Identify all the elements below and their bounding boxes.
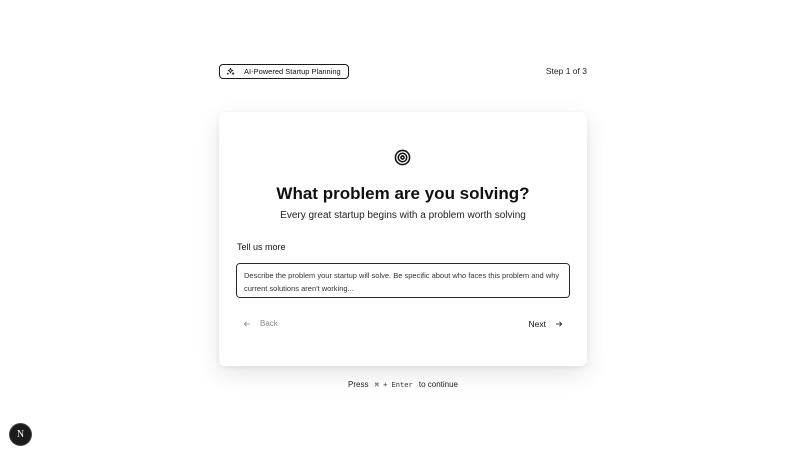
ai-planning-badge-label: AI-Powered Startup Planning xyxy=(244,67,341,76)
dev-tools-button[interactable]: N xyxy=(10,424,31,445)
hint-shortcut: ⌘ + Enter xyxy=(374,381,413,389)
keyboard-hint: Press ⌘ + Enter to continue xyxy=(0,380,806,389)
problem-description-input[interactable] xyxy=(236,263,570,298)
next-button[interactable]: Next xyxy=(529,319,563,329)
arrow-right-icon xyxy=(555,320,563,328)
step-indicator: Step 1 of 3 xyxy=(545,66,587,76)
dev-badge-letter: N xyxy=(16,429,25,440)
target-icon xyxy=(394,149,411,166)
page: AI-Powered Startup Planning Step 1 of 3 … xyxy=(0,0,806,454)
ai-planning-badge: AI-Powered Startup Planning xyxy=(219,64,349,79)
question-title: What problem are you solving? xyxy=(276,184,530,203)
hint-suffix: to continue xyxy=(418,380,458,389)
field-label: Tell us more xyxy=(237,242,286,252)
question-subtitle: Every great startup begins with a proble… xyxy=(280,210,526,221)
back-button-label: Back xyxy=(260,319,278,328)
hint-prefix: Press xyxy=(348,380,369,389)
arrow-left-icon xyxy=(243,320,251,328)
sparkles-icon xyxy=(226,67,235,76)
question-card: What problem are you solving? Every grea… xyxy=(219,112,587,366)
back-button[interactable]: Back xyxy=(243,319,278,328)
next-button-label: Next xyxy=(528,319,546,329)
